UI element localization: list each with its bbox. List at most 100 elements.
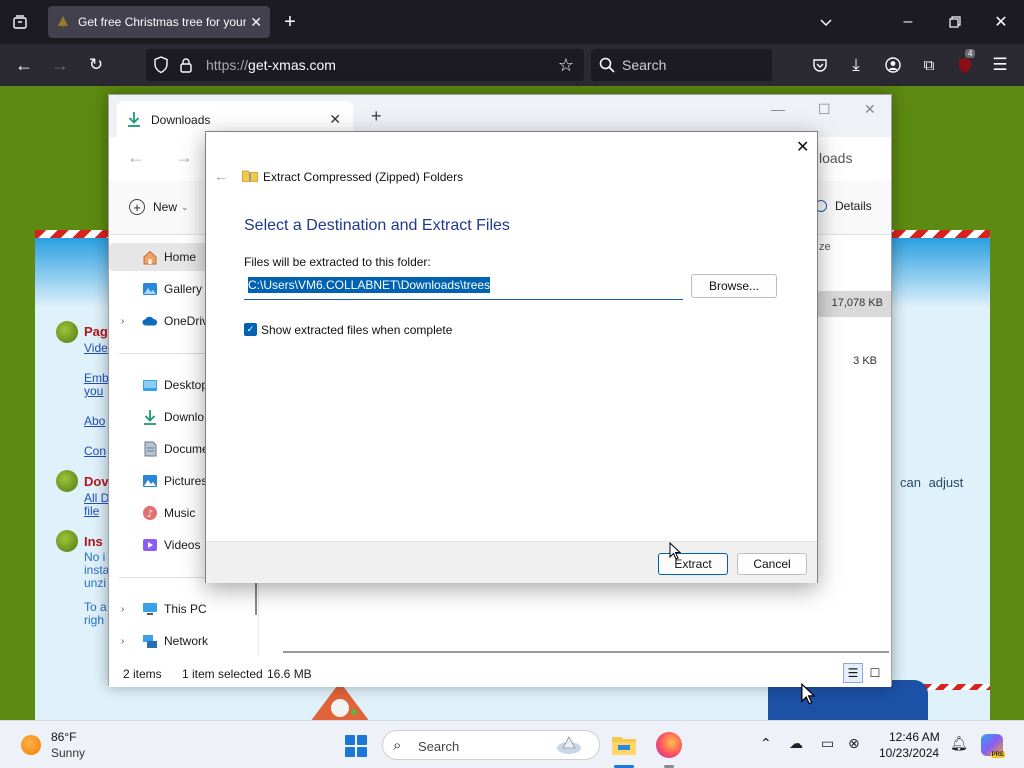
lock-icon[interactable]: [179, 57, 193, 73]
url-text[interactable]: https://get-xmas.com: [206, 57, 336, 73]
clock-time[interactable]: 12:46 AM: [889, 730, 940, 744]
weather-temperature[interactable]: 86°F: [51, 730, 76, 744]
close-window-icon[interactable]: ✕: [991, 12, 1011, 32]
tiles-view-icon[interactable]: ☐: [865, 663, 885, 683]
gallery-icon: [142, 281, 158, 297]
file-list-horizontal-scrollbar[interactable]: [283, 651, 889, 653]
dialog-footer: Extract Cancel: [206, 541, 817, 583]
tab-list-icon[interactable]: [10, 12, 30, 32]
forward-icon[interactable]: →: [50, 55, 70, 75]
explorer-maximize-icon[interactable]: ☐: [818, 101, 831, 118]
new-tab-icon[interactable]: +: [280, 11, 300, 33]
explorer-back-icon[interactable]: ←: [127, 147, 145, 168]
tab-title: Get free Christmas tree for your: [78, 15, 246, 29]
network-icon: [142, 633, 158, 649]
cloud-sync-icon[interactable]: ☁: [789, 735, 803, 752]
taskbar-search-placeholder: Search: [418, 739, 460, 754]
browser-tab[interactable]: Get free Christmas tree for your ✕: [48, 6, 270, 38]
sidebar-label-gallery: Gallery: [164, 282, 203, 296]
clock-date[interactable]: 10/23/2024: [879, 746, 939, 760]
explorer-address-text[interactable]: loads: [819, 150, 852, 166]
download-icon: [128, 112, 140, 127]
list-all-tabs-icon[interactable]: [816, 12, 836, 32]
sidebar-item-this-pc[interactable]: › This PC: [109, 595, 257, 623]
search-icon: ⌕: [393, 737, 402, 754]
downloads-icon[interactable]: ⤓: [846, 55, 866, 75]
onedrive-icon: [142, 313, 158, 329]
explorer-status-bar: 2 items 1 item selected 16.6 MB ☰ ☐: [109, 661, 891, 687]
details-label: Details: [835, 199, 872, 213]
size-column-header[interactable]: ze: [819, 241, 831, 253]
show-files-checkbox-label[interactable]: Show extracted files when complete: [261, 323, 452, 337]
explorer-new-tab-icon[interactable]: +: [371, 106, 382, 127]
start-button-windows-icon[interactable]: [345, 735, 367, 757]
account-icon[interactable]: [883, 55, 903, 75]
ublock-icon[interactable]: 4: [955, 49, 976, 75]
tree-bullet-icon: [56, 321, 78, 343]
details-button[interactable]: Details: [815, 199, 872, 213]
weather-condition[interactable]: Sunny: [51, 746, 85, 760]
page-link-3[interactable]: Abo: [84, 415, 105, 428]
minimize-icon[interactable]: –: [898, 12, 918, 32]
tracking-protection-shield-icon[interactable]: [153, 56, 169, 74]
explorer-forward-icon[interactable]: →: [175, 147, 193, 168]
computer-icon: [142, 601, 158, 617]
details-view-icon[interactable]: ☰: [843, 663, 863, 683]
status-selected: 1 item selected: [182, 667, 263, 681]
destination-path-value: C:\Users\VM6.COLLABNET\Downloads\trees: [248, 277, 491, 293]
taskbar: 86°F Sunny ⌕ Search ⌃ ☁ ▭ ⊗ 12:46 AM 10/…: [0, 720, 1024, 768]
page-heading-1: Pag: [84, 324, 108, 339]
back-icon[interactable]: ←: [14, 55, 34, 75]
new-button[interactable]: + New ⌄: [129, 199, 189, 215]
bookmark-star-icon[interactable]: ☆: [556, 55, 576, 75]
navigation-pane-scrollbar[interactable]: [255, 579, 257, 615]
page-link-2b[interactable]: you: [84, 385, 103, 398]
show-files-checkbox[interactable]: ✓: [244, 323, 257, 336]
reload-icon[interactable]: ↻: [86, 55, 106, 75]
copilot-icon[interactable]: PRE: [981, 734, 1005, 758]
expand-chevron-icon[interactable]: ›: [121, 604, 124, 615]
browser-tab-bar: Get free Christmas tree for your ✕ + – ✕: [0, 0, 1024, 44]
plus-circle-icon: +: [129, 199, 145, 215]
file-explorer-taskbar-icon[interactable]: [610, 732, 638, 758]
sidebar-label-this-pc: This PC: [164, 602, 207, 616]
chevron-up-icon[interactable]: ⌃: [760, 735, 772, 752]
notification-bell-icon[interactable]: 🔔︎: [950, 735, 968, 752]
tab-close-icon[interactable]: ✕: [250, 14, 262, 31]
url-bar[interactable]: https://get-xmas.com ☆: [146, 49, 584, 81]
expand-chevron-icon[interactable]: ›: [121, 316, 124, 327]
taskbar-search-box[interactable]: ⌕ Search: [382, 730, 600, 760]
extensions-icon[interactable]: ⧉: [919, 55, 939, 75]
browser-search-box[interactable]: Search: [591, 49, 772, 81]
file-row-selected[interactable]: 17,078 KB: [807, 291, 891, 317]
dialog-back-icon[interactable]: ←: [214, 168, 228, 184]
page-link-4[interactable]: Con: [84, 445, 106, 458]
firefox-taskbar-icon[interactable]: [656, 732, 682, 758]
browse-button[interactable]: Browse...: [691, 274, 777, 298]
sidebar-item-network[interactable]: › Network: [109, 627, 257, 655]
explorer-close-icon[interactable]: ✕: [864, 101, 876, 118]
display-icon[interactable]: ▭: [821, 735, 834, 752]
page-link-5b[interactable]: file: [84, 505, 99, 518]
expand-chevron-icon[interactable]: ›: [121, 636, 124, 647]
explorer-minimize-icon[interactable]: —: [771, 101, 785, 117]
sun-weather-icon[interactable]: [21, 735, 41, 755]
sidebar-label-home: Home: [164, 250, 197, 264]
zip-folder-icon: [242, 170, 258, 182]
page-link-1[interactable]: Vide: [84, 342, 108, 355]
cancel-button[interactable]: Cancel: [737, 553, 807, 575]
search-highlight-icon: [557, 736, 581, 754]
network-status-icon[interactable]: ⊗: [848, 735, 860, 752]
dialog-close-icon[interactable]: ✕: [796, 137, 809, 157]
page-heading-3: Ins: [84, 534, 103, 549]
explorer-tab-close-icon[interactable]: ✕: [329, 111, 341, 128]
pictures-icon: [142, 473, 158, 489]
destination-path-input[interactable]: C:\Users\VM6.COLLABNET\Downloads\trees: [244, 276, 683, 300]
page-heading-2: Dov: [84, 474, 109, 489]
explorer-tab-label: Downloads: [151, 113, 211, 127]
restore-icon[interactable]: [945, 12, 965, 32]
chevron-down-icon: ⌄: [181, 201, 189, 212]
sidebar-label-network: Network: [164, 634, 209, 648]
pocket-icon[interactable]: [810, 55, 830, 75]
menu-icon[interactable]: ☰: [990, 55, 1010, 75]
